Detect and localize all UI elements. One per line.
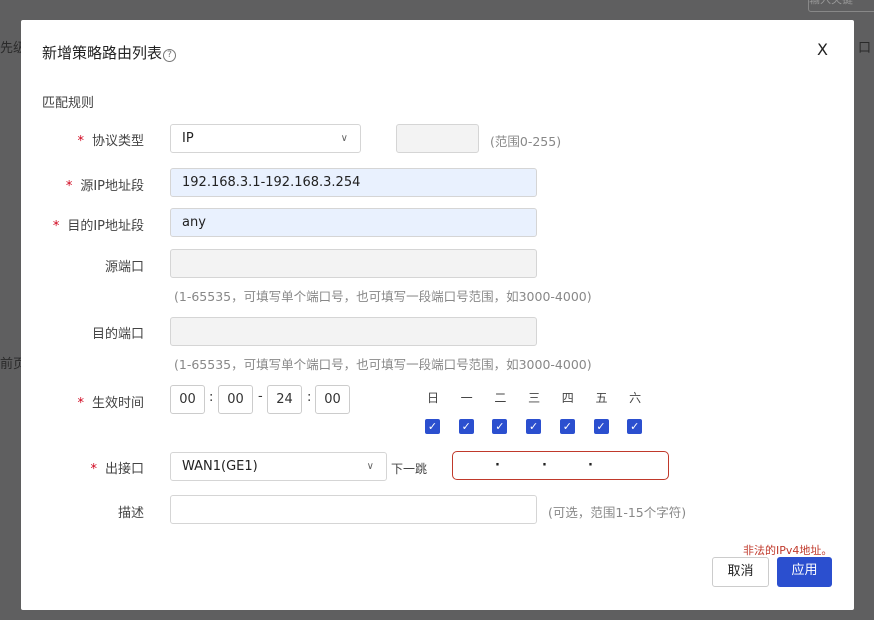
- background-text: 口: [858, 41, 872, 56]
- dst-port-input[interactable]: [170, 317, 537, 346]
- end-minute-input[interactable]: 00: [315, 385, 350, 414]
- close-button[interactable]: X: [817, 40, 828, 59]
- ip-dot: ·: [588, 458, 593, 473]
- time-colon: :: [209, 390, 214, 405]
- description-hint: (可选，范围1-15个字符): [548, 505, 687, 520]
- time-label: * 生效时间: [77, 396, 144, 411]
- day-checkbox[interactable]: ✓: [593, 419, 609, 434]
- protocol-select[interactable]: IP ∨: [170, 124, 361, 153]
- next-hop-ip-input[interactable]: · · ·: [452, 451, 669, 480]
- time-dash: -: [258, 389, 263, 404]
- day-label: 四: [561, 391, 574, 405]
- ip-dot: ·: [495, 458, 500, 473]
- description-input[interactable]: [170, 495, 537, 524]
- day-label: 三: [528, 391, 541, 405]
- src-ip-input[interactable]: 192.168.3.1-192.168.3.254: [170, 168, 537, 197]
- next-hop-label: 下一跳: [391, 462, 428, 476]
- dialog-title: 新增策略路由列表?: [42, 42, 177, 63]
- description-label: 描述: [117, 506, 144, 521]
- egress-label: * 出接口: [90, 462, 144, 477]
- dst-ip-label: * 目的IP地址段: [52, 219, 144, 234]
- cancel-button[interactable]: 取消: [712, 557, 769, 587]
- dst-ip-input[interactable]: any: [170, 208, 537, 237]
- chevron-down-icon: ∨: [366, 461, 374, 472]
- protocol-label: * 协议类型: [77, 134, 144, 149]
- egress-select[interactable]: WAN1(GE1) ∨: [170, 452, 387, 481]
- src-port-hint: (1-65535，可填写单个端口号，也可填写一段端口号范围，如3000-4000…: [174, 289, 592, 304]
- day-checkbox[interactable]: ✓: [425, 419, 440, 434]
- protocol-hint: (范围0-255): [490, 134, 562, 149]
- chevron-down-icon: ∨: [340, 133, 348, 144]
- day-checkbox[interactable]: ✓: [492, 419, 508, 434]
- day-checkbox[interactable]: ✓: [559, 419, 575, 434]
- day-checkbox[interactable]: ✓: [627, 419, 643, 434]
- start-hour-input[interactable]: 00: [170, 385, 205, 414]
- error-message: 非法的IPv4地址。: [743, 544, 833, 557]
- end-hour-input[interactable]: 24: [267, 385, 302, 414]
- start-minute-input[interactable]: 00: [218, 385, 253, 414]
- protocol-number-input[interactable]: [396, 124, 479, 153]
- day-checkbox[interactable]: ✓: [526, 419, 542, 434]
- help-icon[interactable]: ?: [163, 49, 177, 62]
- src-ip-label: * 源IP地址段: [65, 179, 144, 194]
- dst-port-label: 目的端口: [91, 327, 144, 342]
- dst-port-hint: (1-65535，可填写单个端口号，也可填写一段端口号范围，如3000-4000…: [174, 357, 592, 372]
- ip-dot: ·: [542, 458, 547, 473]
- day-label: 二: [494, 391, 507, 405]
- background-search: 输入关键: [808, 0, 874, 12]
- apply-button[interactable]: 应用: [777, 557, 832, 587]
- day-label: 一: [460, 391, 473, 405]
- day-checkbox[interactable]: ✓: [458, 419, 474, 434]
- add-policy-route-dialog: 新增策略路由列表? X 匹配规则 * 协议类型 IP ∨ (范围0-255) * 源I…: [21, 20, 854, 610]
- day-label: 日: [426, 391, 439, 405]
- section-heading: 匹配规则: [42, 96, 95, 111]
- day-label: 六: [629, 391, 642, 405]
- time-colon: :: [307, 390, 312, 405]
- day-label: 五: [595, 391, 608, 405]
- src-port-input[interactable]: [170, 249, 537, 278]
- src-port-label: 源端口: [104, 260, 144, 275]
